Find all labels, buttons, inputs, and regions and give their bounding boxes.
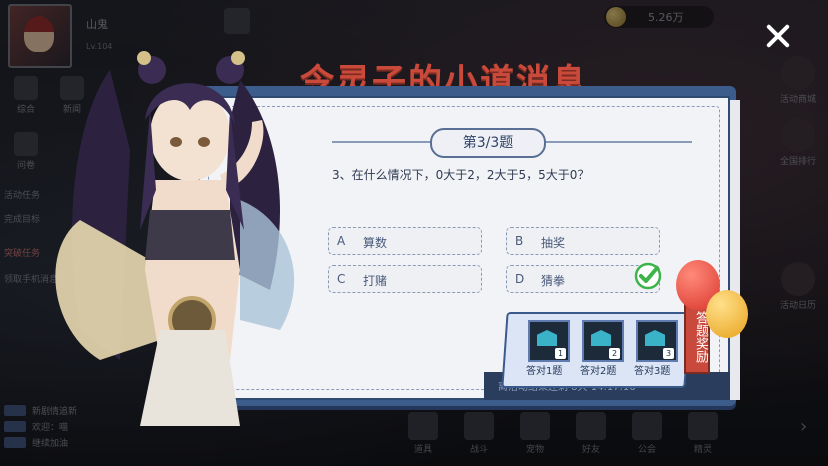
- reward-number: 2: [609, 348, 620, 359]
- question-number: 第3/3题: [430, 128, 546, 158]
- divider: [332, 141, 430, 143]
- chest-icon: [645, 330, 665, 346]
- option-text: 算数: [363, 236, 388, 250]
- reward-chest-1[interactable]: 1: [528, 320, 570, 362]
- option-c-button[interactable]: C 打赌: [328, 265, 482, 293]
- reward-label: 答对3题: [634, 366, 671, 377]
- option-letter: D: [515, 272, 525, 286]
- reward-label: 答对1题: [526, 366, 563, 377]
- option-d-button[interactable]: D 猜拳: [506, 262, 662, 293]
- question-text: 3、在什么情况下，0大于2，2大于5，5大于0？: [332, 168, 590, 182]
- chest-icon: [537, 330, 557, 346]
- option-text: 抽奖: [541, 236, 566, 250]
- chest-icon: [591, 330, 611, 346]
- option-b-button[interactable]: B 抽奖: [506, 227, 660, 255]
- option-text: 打赌: [363, 274, 388, 288]
- reward-chest-3[interactable]: 3: [636, 320, 678, 362]
- correct-check-icon: [634, 262, 662, 290]
- divider: [542, 141, 692, 143]
- yellow-balloon-decoration: [706, 290, 748, 338]
- reward-chest-2[interactable]: 2: [582, 320, 624, 362]
- reward-label: 答对2题: [580, 366, 617, 377]
- option-letter: B: [515, 234, 524, 248]
- option-a-button[interactable]: A 算数: [328, 227, 482, 255]
- reward-number: 1: [555, 348, 566, 359]
- reward-number: 3: [663, 348, 674, 359]
- character-illustration: [55, 51, 295, 426]
- close-button[interactable]: [760, 18, 796, 54]
- option-text: 猜拳: [541, 274, 566, 288]
